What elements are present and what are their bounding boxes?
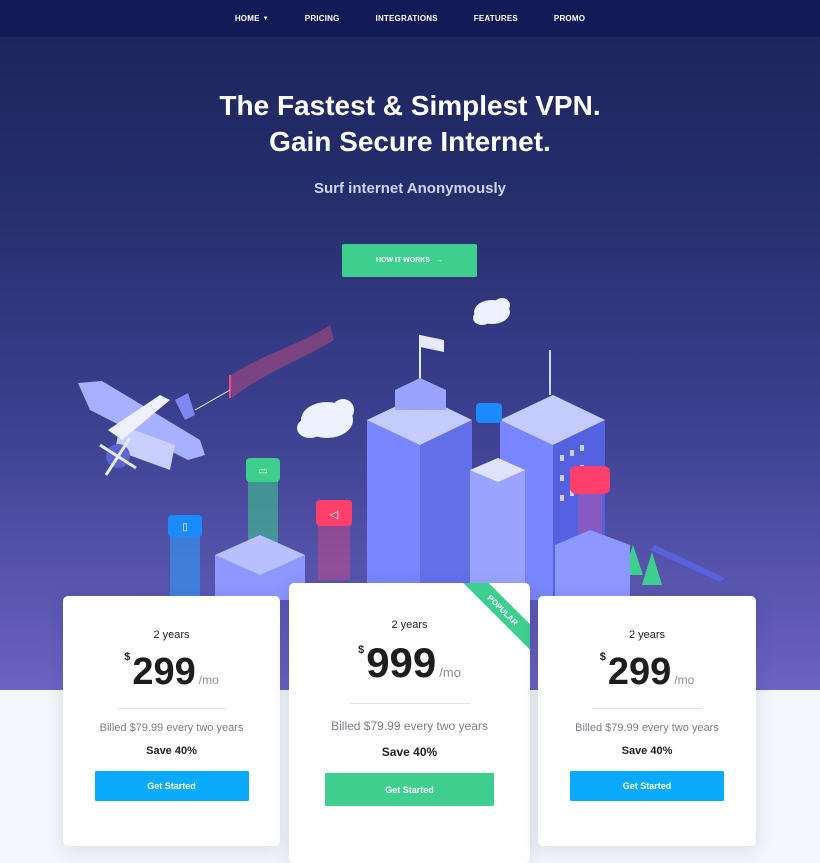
nav-item-label: FEATURES	[473, 14, 518, 23]
cta-label: HOW IT WORKS	[375, 257, 431, 264]
airplane-icon	[78, 381, 205, 476]
divider	[349, 703, 470, 704]
cloud-icon	[297, 399, 354, 438]
save-note: Save 40%	[381, 745, 438, 759]
billing-note: Billed $79.99 every two years	[331, 719, 488, 733]
divider	[116, 708, 227, 709]
nav-item-label: INTEGRATIONS	[375, 14, 438, 23]
price-period: /mo	[439, 665, 461, 680]
price-amount: 999	[366, 639, 437, 686]
top-nav: HOME ▼ PRICING INTEGRATIONS FEATURES PRO…	[0, 0, 820, 37]
plan-term: 2 years	[628, 629, 666, 641]
svg-text:▭: ▭	[258, 466, 267, 477]
get-started-button[interactable]: Get Started	[325, 773, 494, 806]
currency-symbol: $	[358, 644, 365, 656]
currency-symbol: $	[124, 651, 131, 663]
arrow-right-icon: →	[436, 257, 444, 264]
hero-title-line-2: Gain Secure Internet.	[269, 126, 551, 157]
billing-note: Billed $79.99 every two years	[99, 722, 244, 734]
nav-item-label: PRICING	[304, 14, 340, 23]
price-period: /mo	[198, 673, 219, 687]
plan-price: $ 299 /mo	[63, 651, 280, 694]
save-note: Save 40%	[621, 745, 673, 757]
price-amount: 299	[607, 651, 672, 693]
currency-symbol: $	[599, 651, 606, 663]
nav-item-home[interactable]: HOME ▼	[235, 14, 269, 23]
cloud-icon	[473, 298, 510, 325]
get-started-button[interactable]: Get Started	[570, 771, 724, 801]
pricing-card-popular: POPULAR 2 years $ 999 /mo Billed $79.99 …	[289, 583, 530, 863]
price-amount: 299	[132, 651, 196, 693]
svg-text:◁: ◁	[330, 508, 339, 521]
svg-text:▯: ▯	[182, 522, 188, 533]
plan-price: $ 999 /mo	[289, 639, 530, 687]
nav-item-label: PROMO	[553, 14, 586, 23]
caret-down-icon: ▼	[262, 15, 269, 22]
pricing-card-left: 2 years $ 299 /mo Billed $79.99 every tw…	[63, 596, 280, 846]
save-note: Save 40%	[146, 745, 197, 757]
nav-item-features[interactable]: FEATURES	[474, 14, 518, 23]
how-it-works-button[interactable]: HOW IT WORKS →	[342, 244, 477, 277]
nav-item-integrations[interactable]: INTEGRATIONS	[376, 14, 438, 23]
nav-item-label: HOME	[234, 14, 260, 23]
nav-item-pricing[interactable]: PRICING	[305, 14, 340, 23]
hero-title-line-1: The Fastest & Simplest VPN.	[219, 90, 601, 121]
plan-term: 2 years	[391, 619, 428, 631]
get-started-button[interactable]: Get Started	[94, 771, 249, 801]
hero-title: The Fastest & Simplest VPN. Gain Secure …	[0, 88, 820, 160]
pricing-card-right: 2 years $ 299 /mo Billed $79.99 every tw…	[538, 596, 756, 846]
hero-subtitle: Surf internet Anonymously	[314, 180, 506, 197]
nav-item-promo[interactable]: PROMO	[554, 14, 585, 23]
plan-price: $ 299 /mo	[538, 651, 756, 694]
price-period: /mo	[674, 673, 695, 687]
divider	[592, 708, 702, 709]
plan-term: 2 years	[153, 629, 190, 641]
billing-note: Billed $79.99 every two years	[575, 722, 719, 734]
